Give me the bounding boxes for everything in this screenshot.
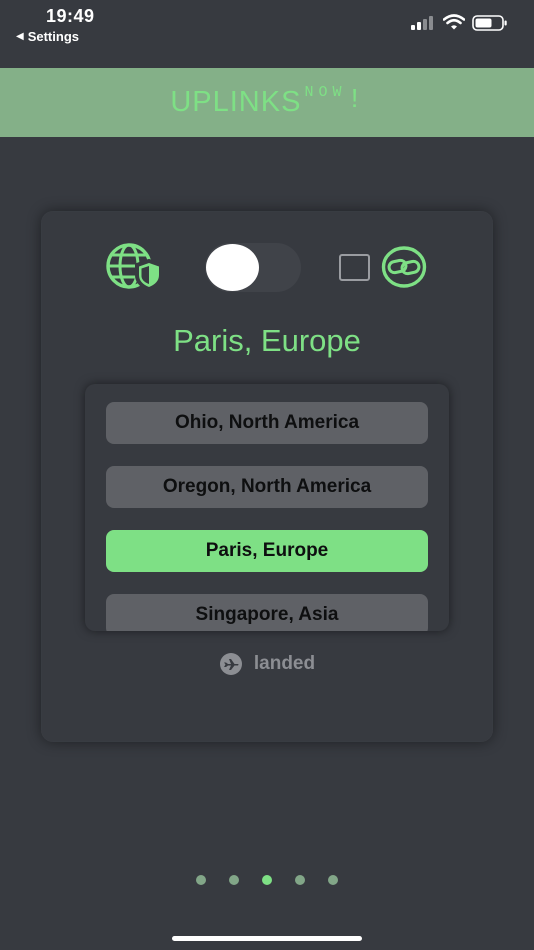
link-icon[interactable] bbox=[381, 246, 427, 288]
connection-status: landed bbox=[41, 652, 493, 676]
globe-shield-icon bbox=[106, 243, 163, 290]
region-list[interactable]: Ohio, North America Oregon, North Americ… bbox=[85, 384, 449, 631]
page-dot-3[interactable] bbox=[262, 875, 272, 885]
page-dot-2[interactable] bbox=[229, 875, 239, 885]
page-dot-1[interactable] bbox=[196, 875, 206, 885]
page-dot-4[interactable] bbox=[295, 875, 305, 885]
toggle-knob bbox=[206, 244, 259, 291]
app-header-banner: UPLINKS NOW ! bbox=[0, 68, 534, 137]
brand-suffix: ! bbox=[346, 86, 364, 116]
option-checkbox[interactable] bbox=[339, 254, 370, 281]
region-option-ohio[interactable]: Ohio, North America bbox=[106, 402, 428, 444]
signal-icon bbox=[411, 16, 433, 30]
brand-logo: UPLINKS NOW ! bbox=[170, 84, 364, 119]
wifi-icon bbox=[443, 14, 465, 30]
page-dot-5[interactable] bbox=[328, 875, 338, 885]
selected-region-title: Paris, Europe bbox=[173, 323, 361, 358]
brand-superscript: NOW bbox=[304, 84, 347, 101]
status-text: landed bbox=[253, 653, 316, 674]
back-label: Settings bbox=[27, 29, 79, 44]
region-option-oregon[interactable]: Oregon, North America bbox=[106, 466, 428, 508]
brand-main: UPLINKS bbox=[170, 86, 302, 118]
back-arrow-icon: ◀ bbox=[16, 31, 24, 42]
page-indicator[interactable] bbox=[196, 875, 361, 887]
battery-icon bbox=[472, 15, 507, 31]
plane-icon bbox=[219, 653, 242, 675]
status-bar: 19:49 ◀ Settings bbox=[0, 0, 534, 66]
region-option-paris[interactable]: Paris, Europe bbox=[106, 530, 428, 572]
region-option-singapore[interactable]: Singapore, Asia bbox=[106, 594, 428, 631]
status-time: 19:49 bbox=[46, 6, 95, 26]
connection-card: Paris, Europe Ohio, North America Oregon… bbox=[41, 211, 493, 742]
connection-toggle[interactable] bbox=[205, 243, 301, 292]
back-to-settings-link[interactable]: ◀ Settings bbox=[16, 29, 79, 44]
home-indicator[interactable] bbox=[172, 936, 362, 941]
app-screen: 19:49 ◀ Settings UPLINKS NOW ! Paris, Eu… bbox=[0, 0, 534, 950]
